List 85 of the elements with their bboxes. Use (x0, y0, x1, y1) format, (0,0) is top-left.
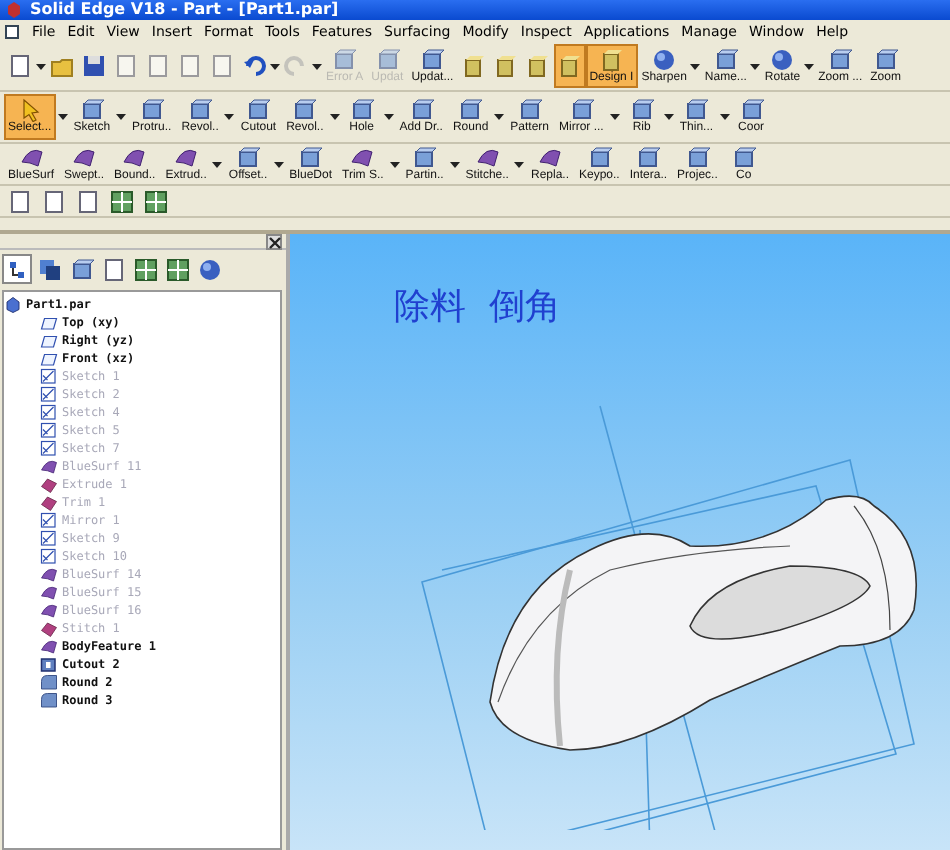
page-icon (42, 189, 66, 213)
feature-icon (298, 145, 323, 169)
close-button[interactable] (266, 234, 282, 250)
sphere-icon (197, 257, 221, 281)
feature-icon (629, 98, 654, 122)
feature-icon (636, 145, 661, 169)
feature-icon (236, 145, 261, 169)
sketch-icon (40, 404, 58, 422)
feature-icon (684, 98, 709, 122)
surface-icon (122, 145, 147, 169)
surface-icon (19, 145, 43, 169)
toolbar-button[interactable] (106, 188, 138, 214)
feature-icon (569, 98, 594, 122)
extrude-icon (40, 620, 58, 638)
sketch-icon (40, 386, 58, 404)
feature-icon (79, 98, 104, 122)
sphere-icon (652, 47, 677, 71)
cube-icon (525, 54, 550, 78)
cube-icon (599, 47, 624, 71)
feature-icon (587, 145, 612, 169)
feature-icon (713, 47, 738, 71)
panel-tab[interactable] (34, 254, 64, 284)
grid-icon (110, 189, 134, 213)
feature-icon (69, 257, 93, 281)
feature-icon (517, 98, 542, 122)
surface-icon (40, 458, 58, 476)
page-icon (178, 54, 202, 78)
window-title: Solid Edge V18 - Part - [Part1.par] (30, 0, 339, 20)
page-icon (8, 54, 32, 78)
sketch-icon (40, 548, 58, 566)
feature-icon (828, 47, 853, 71)
panel-tab[interactable] (2, 254, 32, 284)
feature-icon (292, 98, 317, 122)
sketch-icon (40, 422, 58, 440)
sketch-icon (40, 440, 58, 458)
page-icon (101, 257, 125, 281)
surface-icon (350, 145, 375, 169)
tree-icon (5, 257, 29, 281)
surface-icon (174, 145, 199, 169)
feature-icon (458, 98, 483, 122)
cube-icon (557, 54, 582, 78)
page-icon (146, 54, 170, 78)
page-icon (210, 54, 234, 78)
page-icon (114, 54, 138, 78)
page-icon (76, 189, 100, 213)
feature-icon (409, 98, 434, 122)
feature-icon (332, 47, 357, 71)
undo-icon (242, 54, 266, 78)
part-icon (4, 296, 22, 314)
cutout-icon (40, 656, 58, 674)
folder-icon (50, 54, 74, 78)
panel-tab[interactable] (162, 254, 192, 284)
sketch-icon (40, 530, 58, 548)
surface-icon (475, 145, 500, 169)
grid-icon (133, 257, 157, 281)
sphere-icon (770, 47, 795, 71)
layers-icon (37, 257, 61, 281)
cube-icon (493, 54, 518, 78)
pointer-icon (17, 98, 42, 122)
feature-icon (188, 98, 213, 122)
feature-icon (349, 98, 374, 122)
sketch-icon (40, 368, 58, 386)
page-icon (8, 189, 32, 213)
app-logo-icon (4, 0, 24, 20)
feature-icon (739, 98, 764, 122)
feature-icon (375, 47, 400, 71)
grid-icon (165, 257, 189, 281)
panel-tab[interactable] (130, 254, 160, 284)
viewport-caption: 除料 倒角 (394, 284, 561, 330)
toolbar-button[interactable] (553, 44, 586, 88)
toolbar-button[interactable] (140, 188, 172, 214)
grid-icon (144, 189, 168, 213)
feature-icon (246, 98, 271, 122)
redo-icon (284, 54, 308, 78)
feature-icon (873, 47, 898, 71)
feature-icon (420, 47, 445, 71)
feature-icon (412, 145, 437, 169)
feature-icon (139, 98, 164, 122)
feature-icon (731, 145, 756, 169)
document-icon (4, 23, 20, 39)
sketch-icon (40, 512, 58, 530)
surface-icon (72, 145, 97, 169)
cube-icon (461, 54, 486, 78)
surface-icon (537, 145, 562, 169)
feature-icon (685, 145, 710, 169)
